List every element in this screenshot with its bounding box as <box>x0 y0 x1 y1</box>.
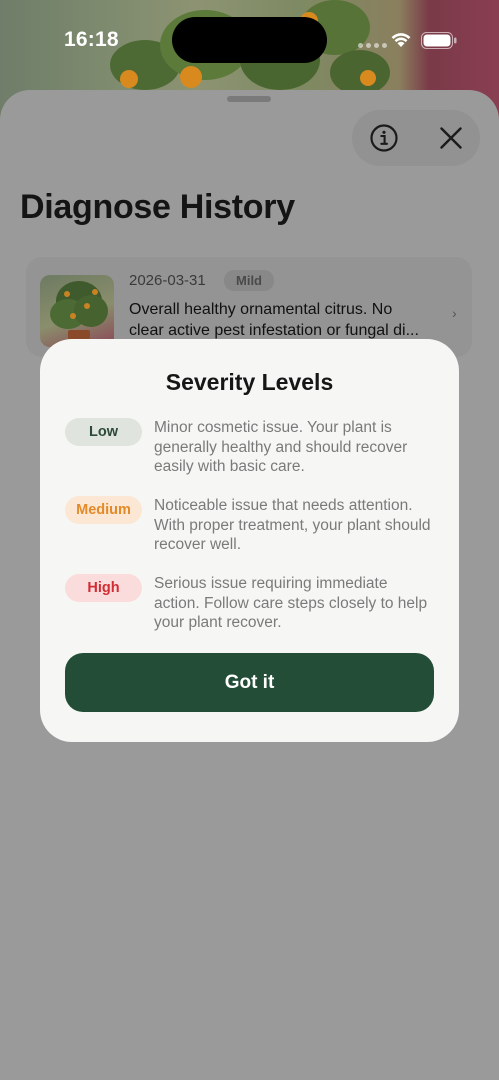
page-title: Diagnose History <box>20 188 295 226</box>
chevron-right-icon: › <box>452 305 457 321</box>
low-badge: Low <box>65 418 142 446</box>
medium-description: Noticeable issue that needs attention. W… <box>154 497 431 553</box>
got-it-button[interactable]: Got it <box>65 653 434 712</box>
high-description: Serious issue requiring immediate action… <box>154 575 428 631</box>
battery-icon <box>421 32 457 49</box>
low-description: Minor cosmetic issue. Your plant is gene… <box>154 419 408 475</box>
header-actions <box>352 110 480 166</box>
info-button[interactable] <box>368 122 400 154</box>
sheet-grabber[interactable] <box>227 96 271 102</box>
plant-thumbnail <box>40 275 114 347</box>
screen: 16:18 Diagnose History 2026-03-31 Mild O… <box>0 0 499 1080</box>
close-button[interactable] <box>435 122 467 154</box>
history-description-line: clear active pest infestation or fungal … <box>129 322 419 339</box>
dialog-title: Severity Levels <box>165 369 334 395</box>
severity-levels-dialog: Severity Levels Low Minor cosmetic issue… <box>40 339 459 742</box>
history-date: 2026-03-31 <box>129 272 206 289</box>
status-time: 16:18 <box>64 28 119 51</box>
severity-tag: Mild <box>224 270 274 291</box>
wifi-icon <box>391 33 411 47</box>
medium-badge: Medium <box>65 496 142 524</box>
close-icon <box>440 127 462 149</box>
history-description: Overall healthy ornamental citrus. No cl… <box>129 299 451 341</box>
dynamic-island <box>172 17 327 63</box>
cellular-signal-icon <box>358 43 387 48</box>
status-bar: 16:18 <box>0 0 499 80</box>
history-description-line: Overall healthy ornamental citrus. No <box>129 301 393 318</box>
info-icon <box>370 124 398 152</box>
high-badge: High <box>65 574 142 602</box>
